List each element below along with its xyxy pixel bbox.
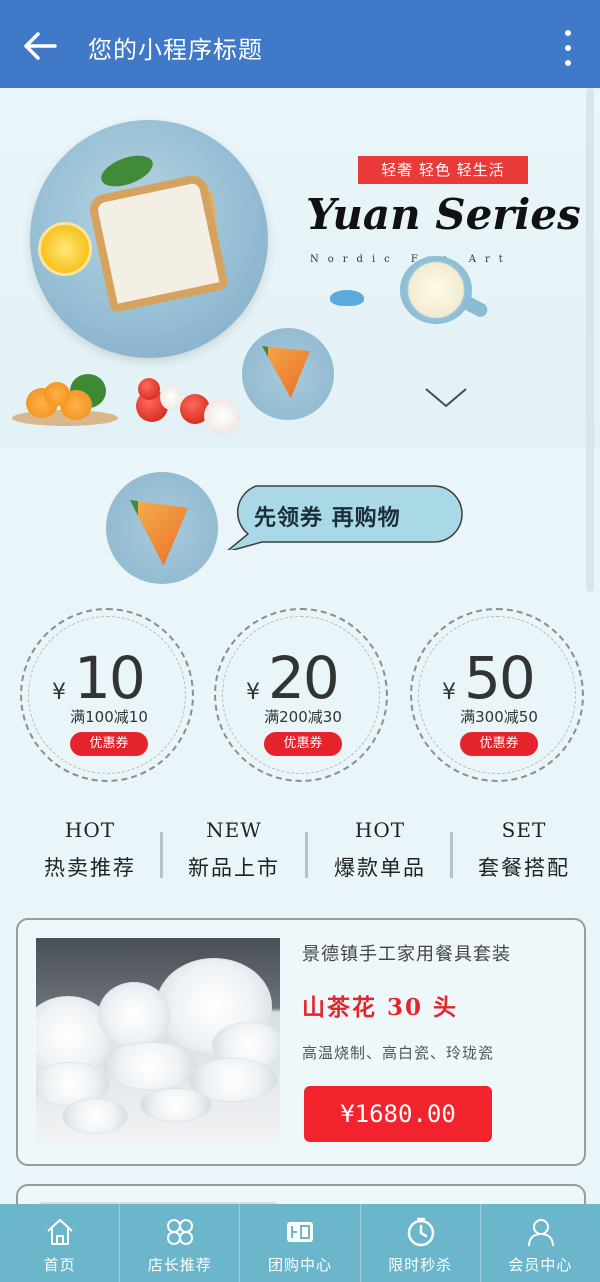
back-button[interactable]: [20, 26, 60, 66]
banner-tagline: 轻奢 轻色 轻生活: [358, 156, 528, 184]
home-icon: [47, 1219, 73, 1245]
category-divider: [450, 832, 453, 878]
coupon-condition: 满100减10: [70, 708, 148, 726]
top-navigation-bar: 您的小程序标题: [0, 0, 600, 88]
currency-symbol: ¥: [52, 680, 66, 705]
category-new-arrivals[interactable]: NEW 新品上市: [164, 818, 304, 882]
tab-group-buy[interactable]: 团购中心: [240, 1204, 361, 1282]
category-cn-label: 热卖推荐: [44, 856, 136, 880]
tab-label: 首页: [43, 1256, 76, 1274]
coupon-claim-button[interactable]: 优惠券: [264, 732, 342, 756]
product-name: 景德镇手工家用餐具套装: [302, 944, 511, 965]
coupon-condition: 满200减30: [264, 708, 342, 726]
tab-flash-sale[interactable]: 限时秒杀: [361, 1204, 481, 1282]
product-description: 高温烧制、高白瓷、玲珑瓷: [302, 1044, 495, 1062]
lemon-image: [38, 222, 92, 276]
coupon-amount: 10: [74, 644, 146, 712]
page-title: 您的小程序标题: [88, 36, 263, 64]
category-set-combos[interactable]: SET 套餐搭配: [454, 818, 594, 882]
category-cn-label: 新品上市: [188, 856, 280, 880]
category-hot-items[interactable]: HOT 爆款单品: [310, 818, 450, 882]
arrow-left-icon: [24, 32, 57, 60]
product-price-button[interactable]: ¥1680.00: [304, 1086, 492, 1142]
clover-icon: [167, 1219, 194, 1245]
tab-label: 限时秒杀: [388, 1256, 453, 1274]
product-card[interactable]: 景德镇手工家用餐具套装 山茶花 30 头 高温烧制、高白瓷、玲珑瓷 ¥1680.…: [16, 918, 586, 1166]
bottom-tab-bar: 首页 店长推荐 团购中心 限时秒杀 会员中心: [0, 1204, 600, 1282]
hero-banner[interactable]: 轻奢 轻色 轻生活 Yuan Series Nordic Fan Art: [0, 88, 600, 448]
tab-manager-picks[interactable]: 店长推荐: [120, 1204, 241, 1282]
tab-label: 会员中心: [508, 1256, 573, 1274]
whale-icon: [330, 290, 364, 306]
category-en-label: HOT: [64, 818, 116, 842]
timer-icon: [407, 1217, 434, 1247]
scrollbar[interactable]: [586, 88, 594, 592]
onion-image: [160, 384, 182, 410]
user-icon: [527, 1219, 554, 1247]
coupon-amount: 50: [464, 644, 536, 712]
category-cn-label: 套餐搭配: [478, 856, 570, 880]
category-divider: [160, 832, 163, 878]
chevron-down-icon[interactable]: [424, 386, 468, 410]
coupon-condition: 满300减50: [460, 708, 538, 726]
tab-home[interactable]: 首页: [0, 1204, 121, 1282]
coupon-10[interactable]: ¥ 10 满100减10 优惠券: [20, 608, 194, 782]
coupon-50[interactable]: ¥ 50 满300减50 优惠券: [410, 608, 584, 782]
banner-series-title: Yuan Series: [306, 190, 581, 239]
cup-image: [400, 256, 472, 324]
coupon-20[interactable]: ¥ 20 满200减30 优惠券: [214, 608, 388, 782]
more-menu-button[interactable]: [560, 30, 576, 66]
cup-handle: [460, 294, 490, 320]
tab-label: 团购中心: [268, 1256, 333, 1274]
coupon-intro-text: 先领券 再购物: [254, 505, 401, 531]
coupon-claim-button[interactable]: 优惠券: [460, 732, 538, 756]
bread-image: [87, 172, 229, 314]
category-divider: [305, 832, 308, 878]
category-en-label: HOT: [354, 818, 406, 842]
currency-symbol: ¥: [246, 680, 260, 705]
category-hot-recommend[interactable]: HOT 热卖推荐: [20, 818, 160, 882]
category-en-label: NEW: [206, 818, 262, 842]
tab-member-center[interactable]: 会员中心: [481, 1204, 600, 1282]
category-en-label: SET: [501, 818, 547, 842]
coupon-amount: 20: [268, 644, 340, 712]
currency-symbol: ¥: [442, 680, 456, 705]
product-brand: 山茶花 30 头: [302, 994, 459, 1021]
category-cn-label: 爆款单品: [334, 856, 426, 880]
tab-label: 店长推荐: [147, 1256, 212, 1274]
product-image: [36, 938, 280, 1144]
coupon-claim-button[interactable]: 优惠券: [70, 732, 148, 756]
group-buy-icon: [287, 1222, 314, 1242]
more-vertical-icon: [565, 30, 571, 36]
onion-image: [204, 398, 240, 434]
tomato-image: [138, 378, 160, 400]
orange-image: [44, 382, 70, 406]
